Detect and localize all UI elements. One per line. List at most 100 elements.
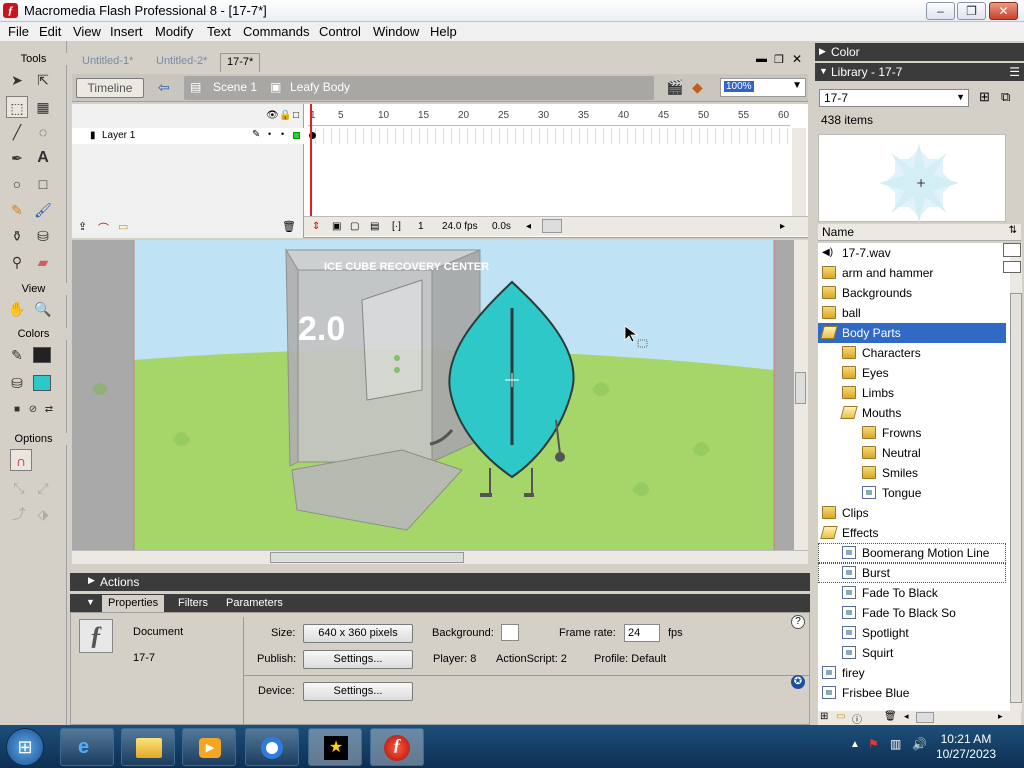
accessibility-icon[interactable]: ✪	[791, 675, 805, 689]
chrome-taskbar-icon[interactable]	[245, 728, 299, 766]
tab-parameters[interactable]: Parameters	[220, 595, 289, 612]
library-item[interactable]: ball	[818, 303, 1006, 323]
library-column-header[interactable]: Name ⇅	[818, 224, 1021, 241]
flag-icon[interactable]: ⚑	[868, 737, 879, 751]
insert-layer-icon[interactable]: ⇪	[78, 220, 87, 233]
playhead[interactable]	[310, 104, 312, 224]
stroke-color-icon[interactable]: ✎	[6, 344, 28, 366]
size-button[interactable]: 640 x 360 pixels	[303, 624, 413, 643]
onion-skin-icon[interactable]: ▣	[332, 221, 341, 232]
pen-tool-icon[interactable]: ✒	[6, 147, 28, 169]
frame-cells[interactable]	[308, 128, 790, 144]
brush-tool-icon[interactable]: 🖌	[32, 199, 54, 221]
swap-colors-icon[interactable]: ⇄	[38, 399, 60, 421]
menu-window[interactable]: Window	[373, 24, 419, 39]
breadcrumb-symbol[interactable]: Leafy Body	[290, 80, 350, 94]
library-item[interactable]: Squirt	[818, 643, 1006, 663]
back-arrow-icon[interactable]: ⇦	[158, 79, 170, 96]
onion-outlines-icon[interactable]: ▢	[350, 221, 359, 232]
menu-text[interactable]: Text	[207, 24, 231, 39]
outline-icon[interactable]: □	[293, 110, 299, 121]
library-item[interactable]: Fade To Black	[818, 583, 1006, 603]
menu-help[interactable]: Help	[430, 24, 457, 39]
edit-symbols-icon[interactable]: ◆	[692, 79, 703, 96]
eye-icon[interactable]: 👁	[266, 110, 279, 121]
ie-taskbar-icon[interactable]: e	[60, 728, 114, 766]
menu-view[interactable]: View	[73, 24, 101, 39]
add-guide-icon[interactable]: ⌒	[98, 220, 109, 236]
sort-icon[interactable]: ⇅	[1009, 225, 1017, 236]
close-window-button[interactable]: ✕	[989, 2, 1018, 20]
new-symbol-icon[interactable]: ⊞	[820, 711, 828, 722]
stage[interactable]: ICE CUBE RECOVERY CENTER 2.0	[72, 240, 808, 552]
subselection-tool-icon[interactable]: ⇱	[32, 69, 54, 91]
minimize-button[interactable]: –	[926, 2, 955, 20]
library-item[interactable]: Smiles	[818, 463, 1006, 483]
menu-file[interactable]: File	[8, 24, 29, 39]
timeline-toggle-button[interactable]: Timeline	[76, 78, 144, 98]
snap-to-objects-icon[interactable]: ∩	[10, 449, 32, 471]
layer-name[interactable]: Layer 1	[102, 130, 135, 141]
panel-menu-icon[interactable]: ☰	[1009, 65, 1020, 79]
library-item[interactable]: Limbs	[818, 383, 1006, 403]
maximize-button[interactable]: ❐	[957, 2, 986, 20]
fill-color-swatch[interactable]	[33, 375, 51, 391]
menu-control[interactable]: Control	[319, 24, 361, 39]
scroll-left-icon[interactable]: ◂	[526, 221, 531, 232]
library-document-select[interactable]: 17-7 ▼	[819, 89, 969, 107]
line-tool-icon[interactable]: ╱	[6, 121, 28, 143]
zoom-tool-icon[interactable]: 🔍	[32, 298, 54, 320]
library-item[interactable]: Tongue	[818, 483, 1006, 503]
modify-markers-icon[interactable]: [·]	[392, 221, 401, 232]
wide-view-icon[interactable]	[1003, 243, 1021, 257]
library-item[interactable]: Body Parts	[818, 323, 1006, 343]
stroke-color-swatch[interactable]	[33, 347, 51, 363]
library-item[interactable]: Neutral	[818, 443, 1006, 463]
tab-untitled-2[interactable]: Untitled-2*	[150, 53, 213, 72]
publish-settings-button[interactable]: Settings...	[303, 650, 413, 669]
device-settings-button[interactable]: Settings...	[303, 682, 413, 701]
new-folder-icon[interactable]: ▭	[836, 711, 845, 722]
library-item[interactable]: Burst	[818, 563, 1006, 583]
menu-insert[interactable]: Insert	[110, 24, 143, 39]
scroll-right-icon[interactable]: ▸	[780, 221, 785, 232]
doc-minimize-icon[interactable]: ▬	[756, 53, 767, 65]
background-color-swatch[interactable]	[501, 624, 519, 641]
timeline-scrollbar[interactable]	[792, 128, 806, 216]
explorer-taskbar-icon[interactable]	[121, 728, 175, 766]
library-item[interactable]: Mouths	[818, 403, 1006, 423]
color-panel-header[interactable]: ▶ Color	[815, 43, 1024, 61]
help-icon[interactable]: ?	[791, 615, 805, 629]
show-hidden-icons[interactable]: ▲	[850, 739, 860, 750]
library-hscroll-thumb[interactable]	[916, 712, 934, 723]
library-item[interactable]: firey	[818, 663, 1006, 683]
gradient-transform-tool-icon[interactable]: ▦	[32, 96, 54, 118]
start-button[interactable]: ⊞	[6, 728, 44, 766]
library-item[interactable]: Backgrounds	[818, 283, 1006, 303]
trash-icon[interactable]: 🗑	[282, 220, 296, 233]
narrow-view-icon[interactable]	[1003, 261, 1021, 273]
library-item[interactable]: ◀) 17-7.wav	[818, 243, 1006, 263]
library-item[interactable]: Eyes	[818, 363, 1006, 383]
tab-untitled-1[interactable]: Untitled-1*	[76, 53, 139, 72]
library-item[interactable]: Characters	[818, 343, 1006, 363]
scroll-left-icon[interactable]: ◂	[904, 711, 909, 722]
frame-rate-field[interactable]: 24	[624, 624, 660, 642]
pin-library-icon[interactable]: ⊞	[979, 89, 990, 105]
library-item[interactable]: Clips	[818, 503, 1006, 523]
paint-bucket-tool-icon[interactable]: ⛁	[32, 225, 54, 247]
selection-tool-icon[interactable]: ➤	[6, 69, 28, 91]
properties-icon[interactable]: ⓘ	[852, 711, 862, 726]
menu-modify[interactable]: Modify	[155, 24, 193, 39]
media-player-taskbar-icon[interactable]: ▶	[182, 728, 236, 766]
actions-panel-bar[interactable]: ▶ Actions	[70, 573, 810, 591]
hand-tool-icon[interactable]: ✋	[6, 298, 28, 320]
delete-icon[interactable]: 🗑	[884, 711, 897, 722]
tab-properties[interactable]: Properties	[102, 595, 165, 612]
lasso-tool-icon[interactable]: ◌	[32, 121, 54, 143]
volume-icon[interactable]: 🔊	[912, 737, 927, 751]
tab-filters[interactable]: Filters	[172, 595, 214, 612]
library-scrollbar[interactable]	[1010, 243, 1022, 711]
lock-icon[interactable]: 🔒	[279, 110, 291, 121]
doc-close-icon[interactable]: ✕	[792, 52, 802, 66]
